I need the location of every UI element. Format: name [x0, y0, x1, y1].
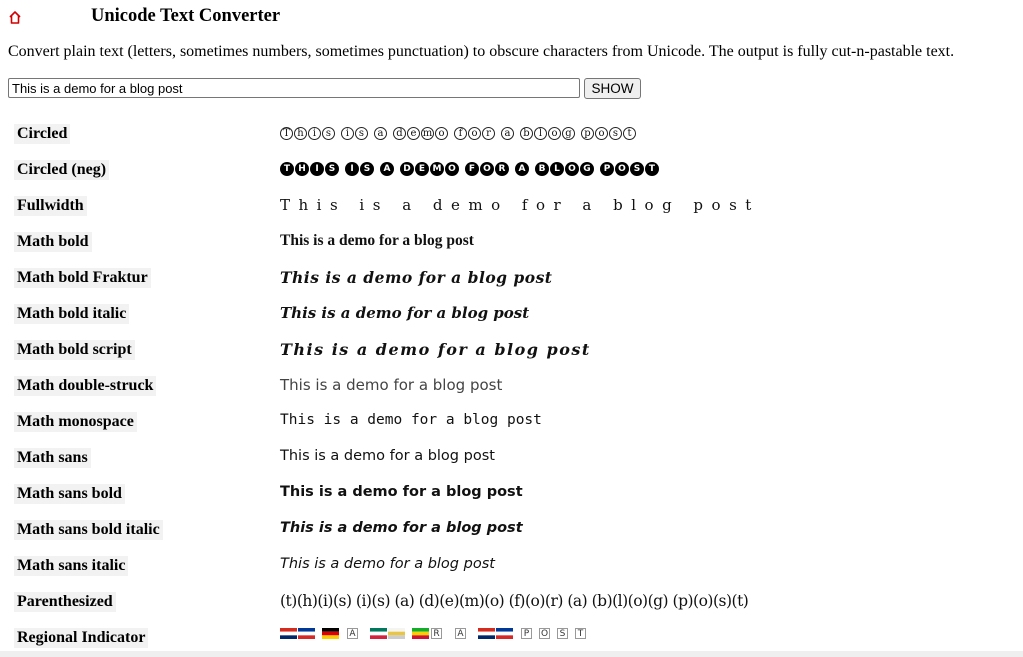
converter-row: Circled Th i s i s a d e m o f o r a b l o g p o s t [0, 116, 1023, 152]
converted-output[interactable]: This is a demo for a blog post [280, 376, 502, 394]
converter-row: Math bold Fraktur This is a demo for a bl… [0, 260, 1023, 296]
home-icon[interactable] [8, 9, 22, 25]
converted-output[interactable]: This is a demo for a blog post [280, 304, 529, 322]
converter-row: Fullwidth This is a demo for a blog post [0, 188, 1023, 224]
flag-icon [322, 628, 339, 639]
converter-row: Math sans bold italic This is a demo for … [0, 512, 1023, 548]
style-label: Math sans italic [14, 556, 129, 576]
converted-output[interactable]: This is a demo for a blog post [280, 412, 542, 428]
converted-output[interactable]: This is a demo for a blog post [280, 556, 495, 572]
flag-icon [478, 628, 495, 639]
converted-output[interactable]: (t)(h)(i)(s) (i)(s) (a) (d)(e)(m)(o) (f)… [280, 592, 749, 610]
converted-output[interactable]: This is a demo for a blog post [280, 232, 474, 250]
style-label: Circled (neg) [14, 160, 110, 180]
converted-output[interactable]: This is a demo for a blog post [280, 484, 523, 500]
converted-output[interactable]: This is a demo for a blog post [280, 268, 552, 287]
regional-letter: A [455, 628, 466, 639]
regional-letter: O [539, 628, 550, 639]
converted-output[interactable]: This is a demo for a blog post [280, 340, 591, 359]
style-label: Math bold script [14, 340, 135, 360]
converter-row: Parenthesized (t)(h)(i)(s) (i)(s) (a) (d)… [0, 584, 1023, 620]
style-label: Math double-struck [14, 376, 157, 396]
style-label: Math sans [14, 448, 91, 468]
converter-row: Math bold script This is a demo for a blo… [0, 332, 1023, 368]
converted-output[interactable]: A R A POST [280, 628, 592, 639]
converter-row: Math sans italic This is a demo for a blo… [0, 548, 1023, 584]
page-description: Convert plain text (letters, sometimes n… [8, 43, 955, 60]
regional-letter: A [347, 628, 358, 639]
converter-table: Circled Th i s i s a d e m o f o r a b l o g p o s t Circled (n… [0, 116, 1023, 656]
style-label: Regional Indicator [14, 628, 149, 648]
text-input[interactable] [8, 78, 580, 98]
regional-letter: P [521, 628, 532, 639]
style-label: Math bold [14, 232, 92, 252]
converter-row: Circled (neg) T H I S I S A D E M O F O R A B L O G P O S T [0, 152, 1023, 188]
converted-output[interactable]: THISISADEMOFORABLOGPOST [280, 160, 660, 178]
converted-output[interactable]: Thisisademoforablogpost [280, 124, 637, 142]
flag-icon [370, 628, 387, 639]
style-label: Math monospace [14, 412, 137, 432]
regional-letter: R [431, 628, 442, 639]
regional-letter: T [575, 628, 586, 639]
style-label: Math sans bold [14, 484, 125, 504]
flag-icon [280, 628, 297, 639]
style-label: Math bold Fraktur [14, 268, 151, 288]
converter-row: Math bold italic This is a demo for a blo… [0, 296, 1023, 332]
converted-output[interactable]: This is a demo for a blog post [280, 520, 523, 536]
regional-letter: S [557, 628, 568, 639]
converter-row: Math sans This is a demo for a blog post [0, 440, 1023, 476]
horizontal-scrollbar[interactable] [0, 651, 1023, 657]
converter-row: Math monospace This is a demo for a blog … [0, 404, 1023, 440]
converter-row: Math sans bold This is a demo for a blog … [0, 476, 1023, 512]
style-label: Math bold italic [14, 304, 130, 324]
flag-icon [496, 628, 513, 639]
style-label: Fullwidth [14, 196, 87, 216]
page-title: Unicode Text Converter [91, 6, 281, 26]
style-label: Parenthesized [14, 592, 116, 612]
flag-icon [412, 628, 429, 639]
flag-icon [388, 628, 405, 639]
converted-output[interactable]: This is a demo for a blog post [280, 448, 495, 464]
converted-output[interactable]: This is a demo for a blog post [280, 196, 760, 214]
style-label: Circled [14, 124, 71, 144]
flag-icon [298, 628, 315, 639]
show-button[interactable]: SHOW [584, 78, 641, 99]
converter-row: Math bold This is a demo for a blog post [0, 224, 1023, 260]
converter-row: Math double-struck This is a demo for a b… [0, 368, 1023, 404]
style-label: Math sans bold italic [14, 520, 163, 540]
